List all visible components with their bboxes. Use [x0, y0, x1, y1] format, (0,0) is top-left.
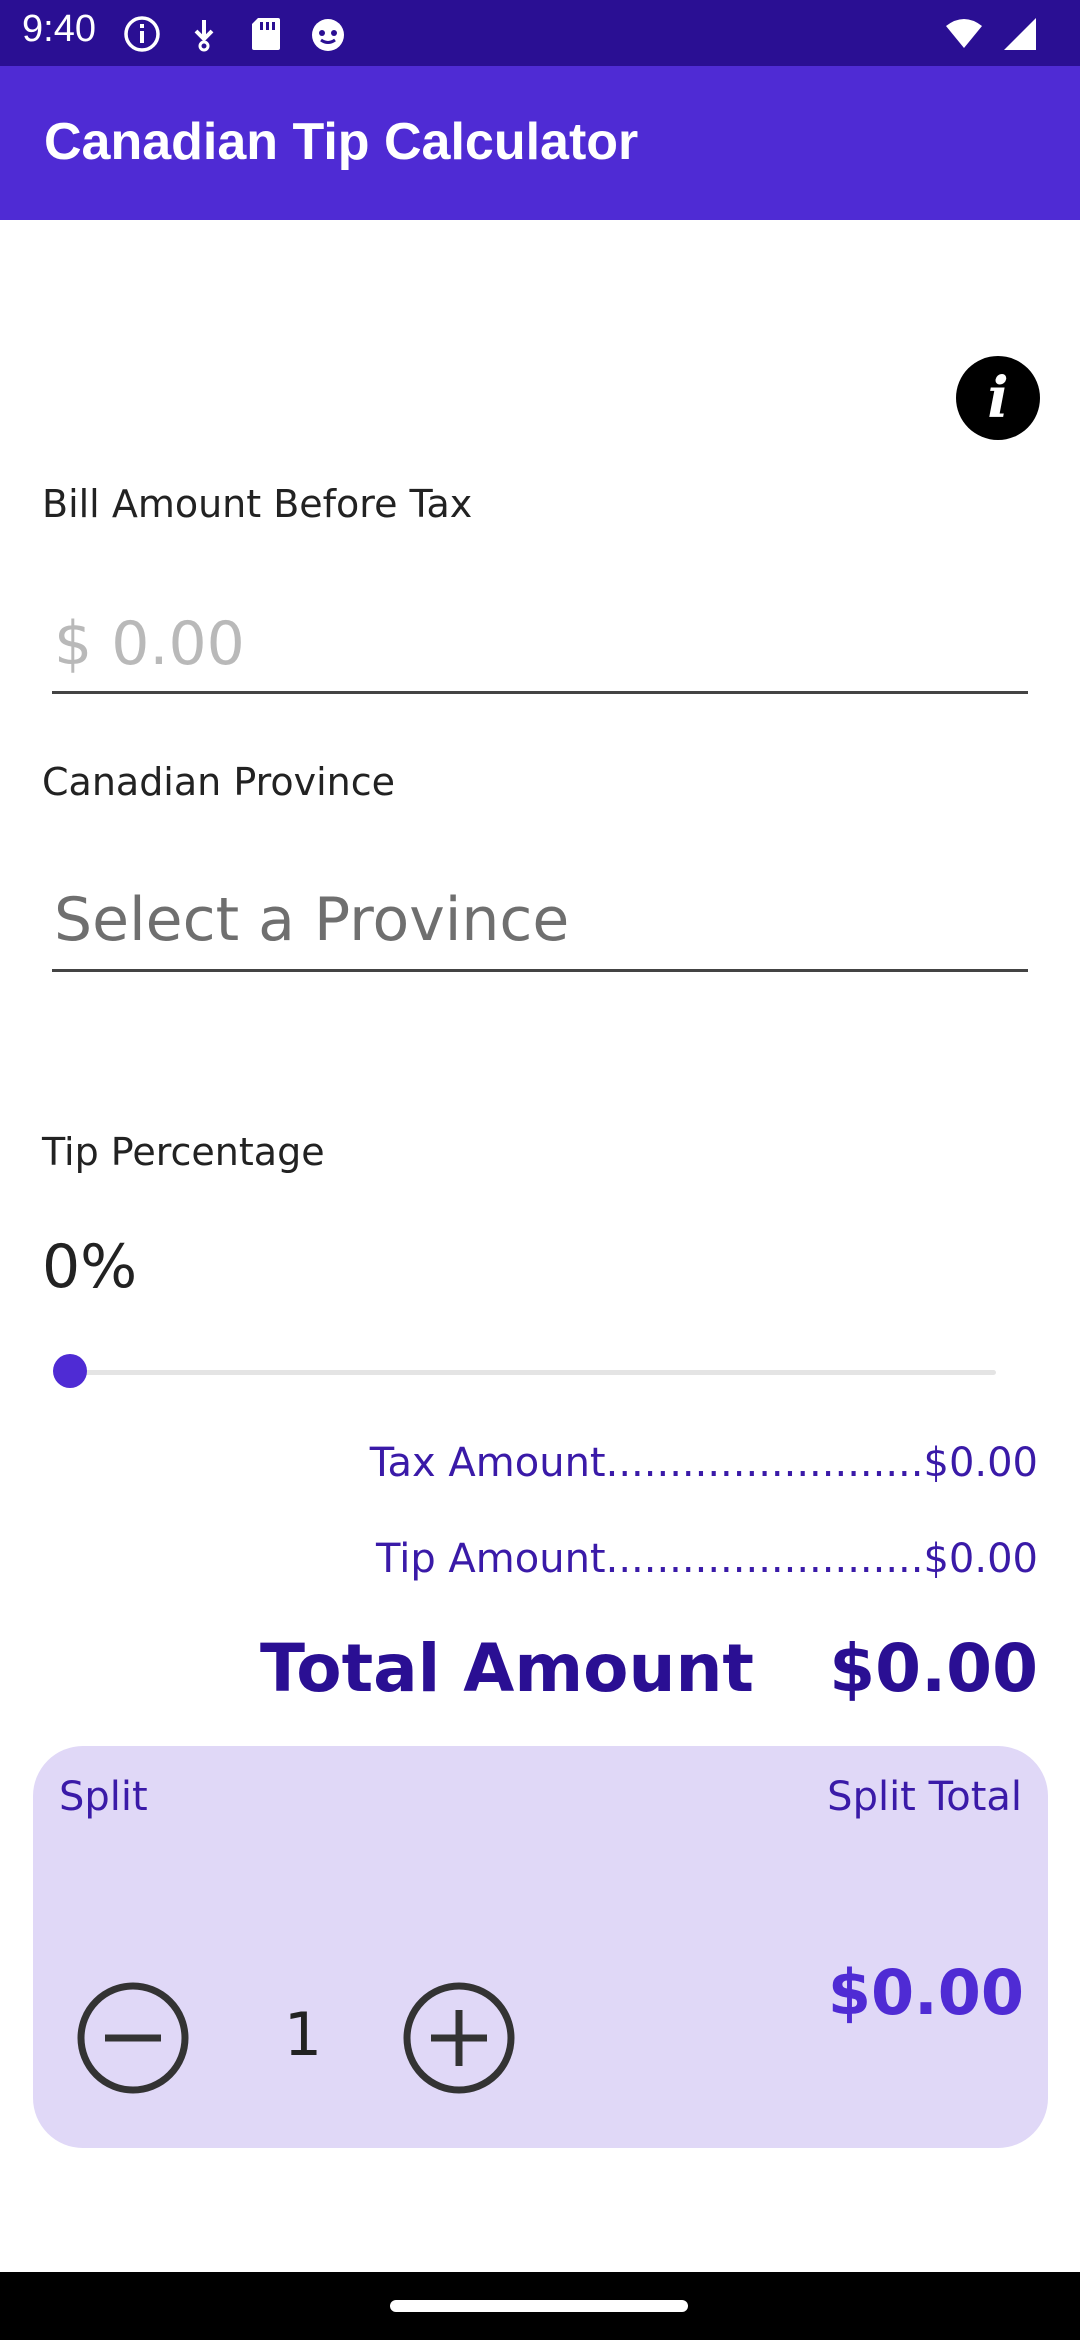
- split-label: Split: [59, 1774, 148, 1820]
- province-picker[interactable]: Select a Province: [52, 886, 1028, 972]
- wifi-icon: [946, 19, 982, 48]
- cell-signal-icon: [1004, 18, 1036, 50]
- status-icons-left: [122, 14, 348, 54]
- tax-amount-line: Tax Amount.........................$0.00: [369, 1440, 1038, 1486]
- face-icon: [312, 19, 344, 51]
- status-bar: 9:40: [0, 0, 1080, 66]
- home-gesture-handle[interactable]: [390, 2300, 688, 2312]
- province-label: Canadian Province: [42, 760, 396, 804]
- split-total-label: Split Total: [827, 1774, 1022, 1820]
- tip-slider[interactable]: [53, 1354, 996, 1388]
- status-time: 9:40: [22, 8, 96, 50]
- status-icons-right: [944, 14, 1040, 54]
- bill-amount-input[interactable]: $ 0.00: [52, 610, 1028, 694]
- province-placeholder: Select a Province: [54, 885, 570, 955]
- tip-amount-line: Tip Amount.........................$0.00: [376, 1536, 1038, 1582]
- split-total-value: $0.00: [827, 1956, 1024, 2029]
- total-amount-value: $0.00: [829, 1630, 1038, 1707]
- total-amount-label: Total Amount: [259, 1630, 754, 1707]
- split-decrement-button[interactable]: [77, 1982, 189, 2094]
- bill-amount-label: Bill Amount Before Tax: [42, 482, 473, 526]
- split-count: 1: [283, 2000, 323, 2070]
- navigation-bar: [0, 2272, 1080, 2340]
- bill-amount-placeholder: $ 0.00: [54, 609, 245, 679]
- info-icon: [124, 16, 160, 52]
- info-button[interactable]: i: [956, 356, 1040, 440]
- tip-slider-thumb[interactable]: [53, 1354, 87, 1388]
- tip-slider-track: [70, 1370, 996, 1375]
- sd-card-icon: [252, 18, 280, 50]
- split-increment-button[interactable]: [403, 1982, 515, 2094]
- info-icon: i: [987, 365, 1009, 431]
- split-card: Split Split Total 1 $0.00: [33, 1746, 1048, 2148]
- tip-percentage-value: 0%: [42, 1232, 138, 1302]
- download-icon: [194, 20, 214, 52]
- app-bar: Canadian Tip Calculator: [0, 66, 1080, 220]
- app-title: Canadian Tip Calculator: [44, 113, 639, 171]
- tip-percentage-label: Tip Percentage: [42, 1130, 325, 1174]
